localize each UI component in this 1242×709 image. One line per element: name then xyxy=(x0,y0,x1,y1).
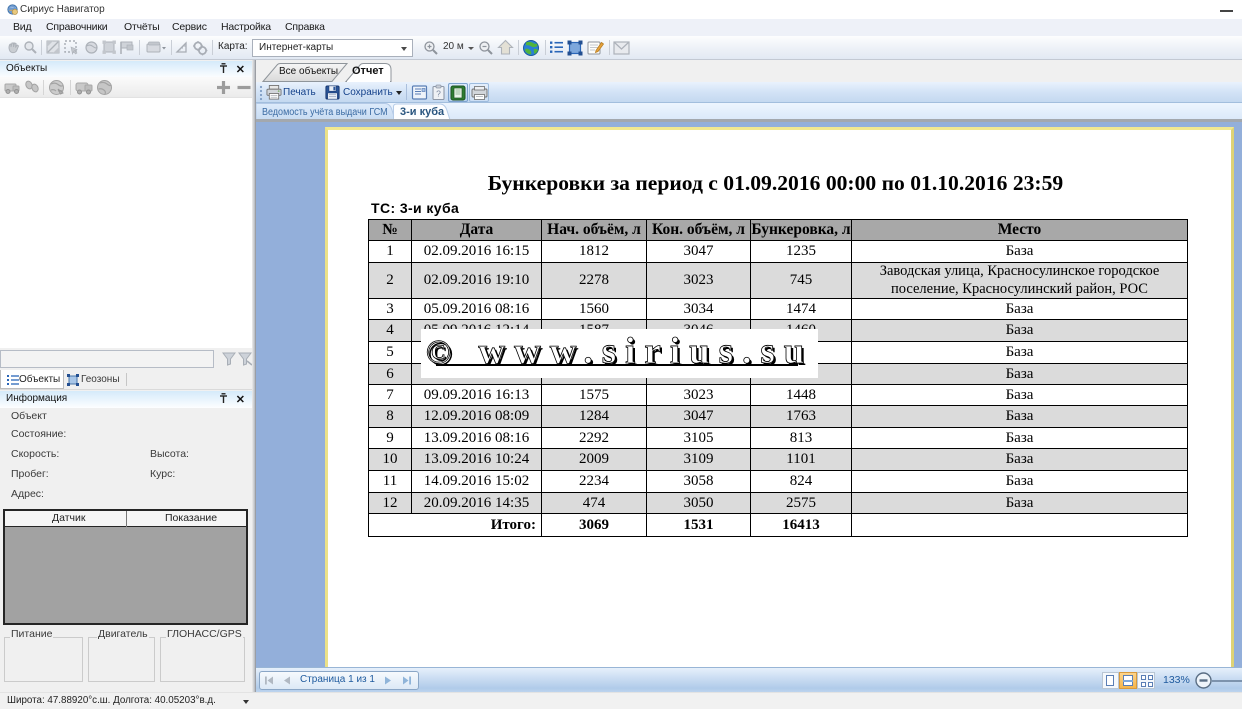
svg-text:?: ? xyxy=(436,89,441,99)
